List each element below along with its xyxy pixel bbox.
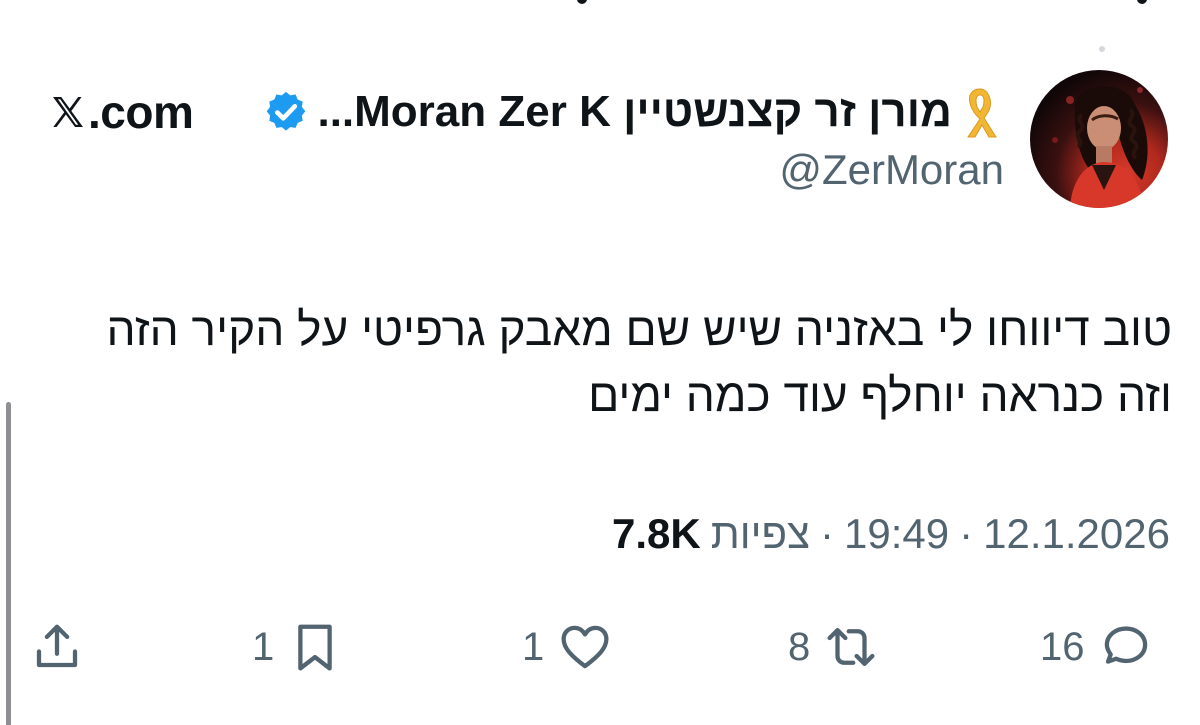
verified-badge-icon bbox=[267, 91, 306, 131]
tweet-text: טוב דיווחו לי באזניה שיש שם מאבק גרפיטי … bbox=[22, 296, 1172, 428]
views-count[interactable]: 7.8K bbox=[612, 510, 701, 558]
avatar[interactable] bbox=[1030, 70, 1168, 208]
meta-separator: · bbox=[959, 510, 974, 557]
reply-icon bbox=[1104, 626, 1147, 664]
source-domain: .com bbox=[88, 86, 194, 138]
like-button[interactable]: 1 bbox=[522, 615, 612, 679]
tweet-date[interactable]: 12.1.2026 bbox=[983, 510, 1170, 558]
author-display-name: מורן זר קצנשטיין Moran Zer K... bbox=[317, 87, 952, 136]
heart-icon bbox=[561, 625, 609, 669]
tweet-text-line: וזה כנראה יוחלף עוד כמה ימים bbox=[588, 369, 1172, 421]
views-label: צפיות bbox=[710, 510, 811, 557]
source-label[interactable]: .com bbox=[50, 85, 194, 139]
x-logo-icon bbox=[53, 97, 83, 127]
share-icon bbox=[36, 624, 78, 668]
tweet-card: .com מורן זר קצנשטיין Moran Zer K... @Ze… bbox=[0, 0, 1200, 725]
avatar-image bbox=[1052, 86, 1148, 208]
repost-button[interactable]: 8 bbox=[788, 615, 878, 679]
reply-count: 16 bbox=[1040, 624, 1085, 669]
share-button[interactable] bbox=[30, 615, 84, 679]
tweet-actions: 1 1 8 16 bbox=[30, 615, 1175, 679]
indicator-dot bbox=[1099, 46, 1105, 52]
meta-separator: · bbox=[820, 510, 835, 557]
tweet-time[interactable]: 19:49 bbox=[844, 510, 949, 558]
tweet-text-line: טוב דיווחו לי באזניה שיש שם מאבק גרפיטי … bbox=[106, 303, 1172, 355]
bookmark-count: 1 bbox=[252, 624, 275, 669]
tweet-header: .com מורן זר קצנשטיין Moran Zer K... bbox=[50, 84, 1000, 140]
like-count: 1 bbox=[522, 624, 545, 669]
tweet-meta: 7.8K צפיות · 19:49 · 12.1.2026 bbox=[612, 510, 1170, 558]
yellow-ribbon-icon bbox=[967, 88, 997, 138]
bookmark-button[interactable]: 1 bbox=[252, 615, 342, 679]
bookmark-icon bbox=[298, 624, 333, 671]
cropped-dot bbox=[577, 0, 587, 4]
author-name-group[interactable]: מורן זר קצנשטיין Moran Zer K... bbox=[263, 85, 1000, 139]
scroll-indicator[interactable] bbox=[6, 402, 11, 725]
repost-count: 8 bbox=[788, 624, 811, 669]
cropped-dot bbox=[1137, 0, 1147, 4]
author-handle[interactable]: @ZerMoran bbox=[779, 146, 1004, 194]
repost-icon bbox=[827, 627, 875, 667]
reply-button[interactable]: 16 bbox=[1040, 615, 1153, 679]
